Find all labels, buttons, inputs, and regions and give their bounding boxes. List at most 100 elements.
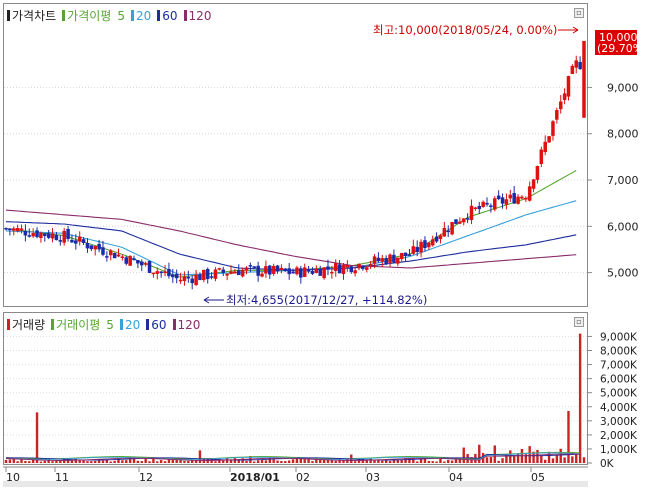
candle-body — [291, 271, 295, 274]
volume-bar — [582, 457, 586, 463]
candle-body — [368, 264, 373, 267]
candle-body — [566, 76, 571, 97]
candle-body — [361, 265, 365, 269]
candle-body — [8, 228, 12, 231]
volume-bars — [4, 333, 586, 463]
volume-bar — [501, 458, 504, 463]
volume-bar — [214, 461, 217, 463]
candle-body — [132, 258, 136, 261]
candle-body — [415, 246, 419, 252]
candle-body — [531, 179, 536, 189]
candle-body — [39, 232, 43, 239]
low-annotation: 최저:4,655(2017/12/27, +114.82%) — [226, 293, 427, 307]
candle-body — [116, 254, 121, 257]
candle-body — [504, 199, 509, 205]
candle-body — [427, 242, 431, 248]
volume-bar — [43, 460, 46, 463]
candle-body — [500, 197, 505, 204]
candle-body — [81, 239, 86, 243]
volume-grid — [4, 335, 587, 464]
candle-body — [112, 253, 117, 259]
volume-tick-label: 7,000K — [600, 360, 638, 372]
price-y-axis: 5,000 6,000 7,000 8,000 9,000 — [588, 81, 639, 280]
candle-body — [58, 240, 63, 242]
candle-body — [357, 263, 361, 269]
volume-bar — [284, 461, 287, 463]
volume-tick-label: 2,000K — [600, 430, 638, 442]
candle-body — [233, 271, 237, 274]
volume-bar — [109, 461, 112, 463]
candle-body — [35, 230, 39, 238]
volume-bar — [113, 460, 116, 463]
candle-body — [574, 60, 578, 68]
volume-bar — [575, 454, 578, 463]
candle-body — [205, 268, 210, 280]
volume-bar — [128, 459, 132, 463]
volume-bar — [51, 461, 54, 463]
candle-body — [423, 240, 427, 248]
volume-bar — [86, 461, 89, 463]
candle-body — [202, 269, 206, 281]
x-axis-scrollbar[interactable] — [3, 481, 588, 487]
candle-body — [194, 274, 198, 286]
volume-bar — [35, 412, 39, 463]
candle-body — [314, 268, 319, 273]
candle-body — [54, 235, 59, 241]
volume-bar — [551, 458, 555, 463]
candle-body — [74, 240, 78, 244]
candle-body — [384, 258, 388, 264]
volume-bar — [435, 461, 438, 463]
volume-bar — [559, 448, 562, 463]
candle-body — [469, 205, 474, 220]
candle-body — [209, 276, 214, 278]
candle-body — [174, 273, 179, 279]
volume-bar — [415, 461, 419, 463]
candle-body — [380, 258, 385, 262]
candle-body — [438, 235, 443, 240]
candle-body — [562, 93, 567, 100]
candle-body — [376, 257, 381, 262]
candle-body — [461, 218, 466, 223]
candle-body — [46, 233, 51, 238]
volume-bar — [369, 458, 372, 463]
volume-bar — [295, 459, 299, 463]
candle-body — [120, 256, 125, 259]
candle-body — [512, 193, 516, 204]
candle-body — [147, 261, 152, 273]
volume-bar — [4, 459, 8, 463]
candle-body — [302, 267, 307, 277]
volume-bar — [544, 459, 547, 463]
candle-body — [465, 218, 470, 220]
candle-body — [310, 271, 315, 274]
candle-body — [151, 272, 156, 275]
candle-body — [555, 110, 559, 120]
candle-body — [283, 268, 288, 272]
chart-canvas: 5,000 6,000 7,000 8,000 9,000 0K 1,000K 2,000K… — [3, 23, 648, 487]
volume-bar — [159, 460, 163, 463]
candle-body — [477, 206, 482, 210]
price-moving-averages — [5, 170, 577, 278]
volume-bar — [485, 457, 489, 463]
candle-body — [578, 61, 582, 70]
candle-body — [19, 228, 24, 231]
volume-bar — [431, 461, 434, 463]
volume-bar — [299, 458, 303, 463]
candle-body — [229, 271, 233, 274]
candle-body — [264, 266, 268, 274]
ma-line-120 — [5, 209, 577, 269]
volume-bar — [400, 459, 403, 463]
candle-body — [143, 263, 148, 265]
candle-body — [330, 271, 334, 274]
volume-tick-label: 1,000K — [600, 444, 638, 456]
volume-bar — [512, 456, 516, 463]
volume-bar — [578, 333, 582, 463]
candle-body — [299, 268, 303, 278]
volume-tick-label: 3,000K — [600, 416, 638, 428]
volume-bar — [97, 460, 101, 463]
volume-bar — [287, 460, 291, 463]
volume-bar — [439, 458, 442, 463]
candle-body — [450, 222, 454, 235]
volume-bar — [291, 459, 295, 463]
candle-body — [271, 265, 276, 274]
volume-bar — [245, 460, 248, 463]
